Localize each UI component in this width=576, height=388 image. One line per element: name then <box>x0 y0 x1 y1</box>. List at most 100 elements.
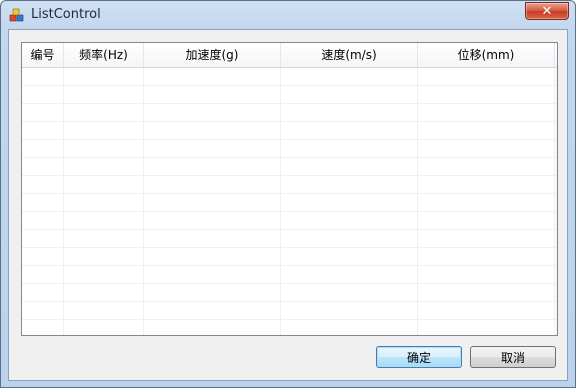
empty-grid-cell <box>22 248 64 265</box>
empty-grid-cell <box>281 302 418 319</box>
empty-grid-cell <box>555 140 557 157</box>
empty-grid-cell <box>64 86 144 103</box>
empty-grid-cell <box>22 140 64 157</box>
empty-grid-cell <box>418 194 555 211</box>
dialog-window: ListControl ✕ 编号 频率(Hz) 加速度(g) 速度(m/s) 位… <box>0 0 576 388</box>
empty-grid-cell <box>144 140 281 157</box>
column-header-id[interactable]: 编号 <box>22 43 64 67</box>
empty-grid-row <box>22 284 557 302</box>
empty-grid-cell <box>555 86 557 103</box>
column-header-filler <box>555 43 557 67</box>
list-header: 编号 频率(Hz) 加速度(g) 速度(m/s) 位移(mm) <box>22 43 557 68</box>
empty-grid-cell <box>418 122 555 139</box>
empty-grid-cell <box>418 68 555 85</box>
empty-grid-cell <box>281 212 418 229</box>
dialog-client-area: 编号 频率(Hz) 加速度(g) 速度(m/s) 位移(mm) 确定 取消 <box>8 29 568 381</box>
title-bar[interactable]: ListControl ✕ <box>1 1 575 29</box>
empty-grid-cell <box>144 266 281 283</box>
empty-grid-cell <box>144 212 281 229</box>
list-body <box>22 68 557 335</box>
close-button[interactable]: ✕ <box>525 2 569 20</box>
empty-grid-cell <box>555 212 557 229</box>
empty-grid-cell <box>555 122 557 139</box>
empty-grid-cell <box>64 266 144 283</box>
empty-grid-row <box>22 140 557 158</box>
empty-grid-cell <box>64 212 144 229</box>
column-header-velocity[interactable]: 速度(m/s) <box>281 43 418 67</box>
empty-grid-cell <box>22 86 64 103</box>
list-control[interactable]: 编号 频率(Hz) 加速度(g) 速度(m/s) 位移(mm) <box>21 42 558 336</box>
empty-grid-cell <box>555 320 557 335</box>
empty-grid-cell <box>281 104 418 121</box>
empty-grid-cell <box>64 302 144 319</box>
window-title: ListControl <box>31 7 101 22</box>
empty-grid-row <box>22 266 557 284</box>
empty-grid-cell <box>555 284 557 301</box>
empty-grid-cell <box>281 248 418 265</box>
app-blocks-icon <box>9 7 25 23</box>
empty-grid-cell <box>144 68 281 85</box>
empty-grid-cell <box>555 266 557 283</box>
empty-grid-cell <box>64 158 144 175</box>
empty-grid-cell <box>281 122 418 139</box>
empty-grid-cell <box>22 104 64 121</box>
empty-grid-cell <box>281 140 418 157</box>
empty-grid-cell <box>555 302 557 319</box>
empty-grid-row <box>22 122 557 140</box>
empty-grid-cell <box>64 68 144 85</box>
empty-grid-cell <box>64 176 144 193</box>
empty-grid-cell <box>418 266 555 283</box>
empty-grid-cell <box>22 266 64 283</box>
empty-grid-cell <box>281 320 418 335</box>
empty-grid-cell <box>281 158 418 175</box>
empty-grid-cell <box>555 104 557 121</box>
empty-grid-cell <box>64 194 144 211</box>
empty-grid-cell <box>22 284 64 301</box>
empty-grid-row <box>22 212 557 230</box>
empty-grid-cell <box>22 68 64 85</box>
cancel-button[interactable]: 取消 <box>470 346 556 368</box>
empty-grid-cell <box>22 302 64 319</box>
empty-grid-cell <box>144 284 281 301</box>
empty-grid-cell <box>144 122 281 139</box>
empty-grid-cell <box>144 320 281 335</box>
empty-grid-cell <box>144 104 281 121</box>
empty-grid-cell <box>144 194 281 211</box>
empty-grid-cell <box>418 140 555 157</box>
empty-grid-cell <box>22 320 64 335</box>
empty-grid-row <box>22 230 557 248</box>
empty-grid-row <box>22 302 557 320</box>
empty-grid-cell <box>281 284 418 301</box>
empty-grid-cell <box>22 176 64 193</box>
empty-grid-row <box>22 104 557 122</box>
empty-grid-cell <box>144 230 281 247</box>
empty-grid-cell <box>555 248 557 265</box>
empty-grid-cell <box>281 266 418 283</box>
empty-grid-cell <box>144 302 281 319</box>
empty-grid-cell <box>22 122 64 139</box>
empty-grid-cell <box>281 68 418 85</box>
column-header-frequency[interactable]: 频率(Hz) <box>64 43 144 67</box>
empty-grid-cell <box>22 194 64 211</box>
empty-grid-cell <box>64 122 144 139</box>
empty-grid-cell <box>64 284 144 301</box>
empty-grid-cell <box>418 302 555 319</box>
empty-grid-cell <box>281 230 418 247</box>
empty-grid-row <box>22 194 557 212</box>
empty-grid-row <box>22 86 557 104</box>
empty-grid-cell <box>144 248 281 265</box>
empty-grid-row <box>22 320 557 335</box>
empty-grid-cell <box>555 176 557 193</box>
empty-grid-cell <box>64 320 144 335</box>
column-header-displacement[interactable]: 位移(mm) <box>418 43 555 67</box>
empty-grid-cell <box>555 68 557 85</box>
column-header-acceleration[interactable]: 加速度(g) <box>144 43 281 67</box>
empty-grid-cell <box>22 230 64 247</box>
ok-button[interactable]: 确定 <box>376 346 462 368</box>
empty-grid-cell <box>555 230 557 247</box>
empty-grid-cell <box>144 86 281 103</box>
empty-grid-cell <box>418 212 555 229</box>
empty-grid-cell <box>144 176 281 193</box>
empty-grid-cell <box>64 248 144 265</box>
empty-grid-cell <box>555 158 557 175</box>
